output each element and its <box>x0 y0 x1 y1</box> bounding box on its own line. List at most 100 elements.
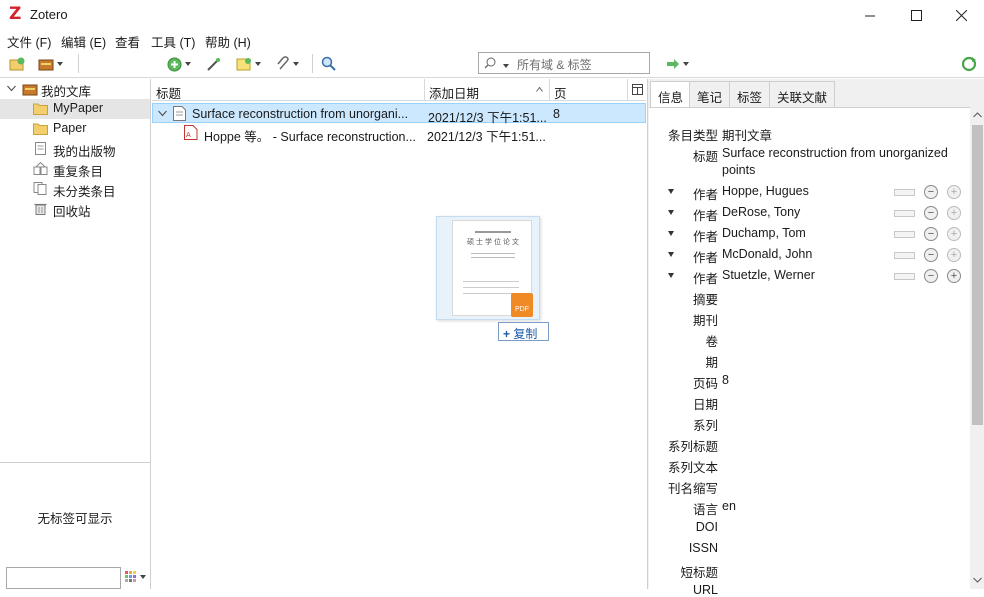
add-creator-button[interactable]: + <box>947 206 961 220</box>
new-note-button[interactable] <box>236 55 261 73</box>
column-header-date-added[interactable]: 添加日期 <box>425 79 550 101</box>
toolbar: 所有域 & 标签 <box>0 50 984 78</box>
items-pane: 标题 添加日期 页 Surface reconstruction from un… <box>152 79 646 589</box>
field-value-title-line2[interactable]: points <box>722 163 755 177</box>
maximize-icon <box>910 9 922 21</box>
switch-name-mode-button[interactable] <box>894 189 915 196</box>
publications-icon <box>35 142 46 155</box>
field-label-doi: DOI <box>695 520 718 534</box>
maximize-button[interactable] <box>893 0 939 30</box>
add-creator-button[interactable]: + <box>947 248 961 262</box>
title-bar: Z Zotero <box>0 0 984 30</box>
creator-type-dropdown[interactable] <box>668 189 674 194</box>
field-value-language[interactable]: en <box>722 499 736 513</box>
switch-name-mode-button[interactable] <box>894 252 915 259</box>
creator-type-dropdown[interactable] <box>668 231 674 236</box>
new-collection-button[interactable] <box>9 55 25 73</box>
zotero-logo-icon: Z <box>9 4 22 24</box>
creator-name[interactable]: Duchamp, Tom <box>722 226 806 240</box>
remove-creator-button[interactable]: − <box>924 206 938 220</box>
add-creator-button[interactable]: + <box>947 185 961 199</box>
menu-edit[interactable]: 编辑 (E) <box>61 32 106 51</box>
advanced-search-button[interactable] <box>321 55 337 73</box>
field-label-series-title: 系列标题 <box>667 440 718 454</box>
column-header-pages[interactable]: 页 <box>550 79 628 101</box>
menu-tools[interactable]: 工具 (T) <box>151 32 195 51</box>
tag-filter-input[interactable] <box>6 567 121 589</box>
tree-item-label: Paper <box>53 121 87 135</box>
search-input[interactable]: 所有域 & 标签 <box>478 52 650 74</box>
column-picker-button[interactable] <box>632 84 643 98</box>
new-item-button[interactable] <box>167 55 191 73</box>
minimize-button[interactable] <box>847 0 893 30</box>
svg-text:A: A <box>186 131 191 139</box>
creator-type-dropdown[interactable] <box>668 273 674 278</box>
close-icon <box>955 9 967 21</box>
drag-preview-page: 硕士学位论文 PDF <box>452 220 533 317</box>
remove-creator-button[interactable]: − <box>924 185 938 199</box>
new-library-button[interactable] <box>38 55 63 73</box>
advanced-search-icon <box>321 56 336 71</box>
tree-item-duplicates[interactable]: 重复条目 <box>0 159 150 179</box>
menu-help[interactable]: 帮助 (H) <box>205 32 251 51</box>
remove-creator-button[interactable]: − <box>924 269 938 283</box>
duplicates-icon <box>33 162 48 175</box>
field-label-abstract: 摘要 <box>692 293 718 307</box>
creator-name[interactable]: Hoppe, Hugues <box>722 184 809 198</box>
sync-button[interactable] <box>961 55 977 73</box>
new-collection-icon <box>9 57 25 71</box>
tree-item-unfiled[interactable]: 未分类条目 <box>0 179 150 199</box>
tag-selector: 无标签可显示 <box>0 462 150 589</box>
item-row[interactable]: A Hoppe 等。 - Surface reconstruction... 2… <box>152 123 646 144</box>
field-label-url: URL <box>692 583 718 597</box>
tree-item-paper[interactable]: Paper <box>0 119 150 139</box>
locate-button[interactable] <box>666 55 689 73</box>
remove-creator-button[interactable]: − <box>924 227 938 241</box>
tree-item-my-publications[interactable]: 我的出版物 <box>0 139 150 159</box>
tab-related[interactable]: 关联文献 <box>769 81 836 107</box>
add-by-identifier-button[interactable] <box>206 55 222 73</box>
item-pages: 8 <box>553 107 560 121</box>
creator-name[interactable]: McDonald, John <box>722 247 812 261</box>
creator-role: 作者 <box>692 209 718 223</box>
close-button[interactable] <box>938 0 984 30</box>
scrollbar-thumb[interactable] <box>972 125 983 425</box>
switch-name-mode-button[interactable] <box>894 231 915 238</box>
item-row[interactable]: Surface reconstruction from unorgani... … <box>152 103 646 125</box>
tab-info[interactable]: 信息 <box>650 81 692 108</box>
creator-name[interactable]: Stuetzle, Werner <box>722 268 815 282</box>
item-tabs: 信息 笔记 标签 关联文献 <box>648 79 984 108</box>
drag-page-heading: 硕士学位论文 <box>467 239 521 246</box>
tree-item-my-library[interactable]: 我的文库 <box>0 79 150 99</box>
menu-view[interactable]: 查看 <box>115 32 140 51</box>
field-value-pages[interactable]: 8 <box>722 373 729 387</box>
tree-item-label: 我的出版物 <box>53 145 116 159</box>
creator-type-dropdown[interactable] <box>668 210 674 215</box>
field-value-title-line1[interactable]: Surface reconstruction from unorganized <box>722 146 948 160</box>
search-mode-dropdown[interactable] <box>503 57 509 71</box>
tab-notes[interactable]: 笔记 <box>689 81 731 107</box>
creator-name[interactable]: DeRose, Tony <box>722 205 800 219</box>
field-label-title: 标题 <box>692 150 718 164</box>
journal-article-icon <box>173 106 186 121</box>
tag-actions-button[interactable] <box>125 571 146 583</box>
tab-tags[interactable]: 标签 <box>729 81 771 107</box>
switch-name-mode-button[interactable] <box>894 210 915 217</box>
field-label-item-type: 条目类型 <box>667 129 718 143</box>
menu-file[interactable]: 文件 (F) <box>7 32 51 51</box>
tag-empty-message: 无标签可显示 <box>37 512 113 526</box>
item-date-added: 2021/12/3 下午1:51... <box>427 130 546 144</box>
add-attachment-button[interactable] <box>276 55 299 73</box>
field-value-item-type[interactable]: 期刊文章 <box>722 125 772 144</box>
remove-creator-button[interactable]: − <box>924 248 938 262</box>
info-scrollbar[interactable] <box>970 107 984 589</box>
info-panel: 条目类型 期刊文章 标题 Surface reconstruction from… <box>649 107 970 597</box>
column-header-title[interactable]: 标题 <box>152 79 425 101</box>
creator-type-dropdown[interactable] <box>668 252 674 257</box>
tree-item-mypaper[interactable]: MyPaper <box>0 99 150 119</box>
add-creator-button[interactable]: + <box>947 269 961 283</box>
item-pane: 信息 笔记 标签 关联文献 条目类型 期刊文章 标题 Surface recon… <box>647 79 984 597</box>
tree-item-trash[interactable]: 回收站 <box>0 199 150 219</box>
switch-name-mode-button[interactable] <box>894 273 915 280</box>
add-creator-button[interactable]: + <box>947 227 961 241</box>
